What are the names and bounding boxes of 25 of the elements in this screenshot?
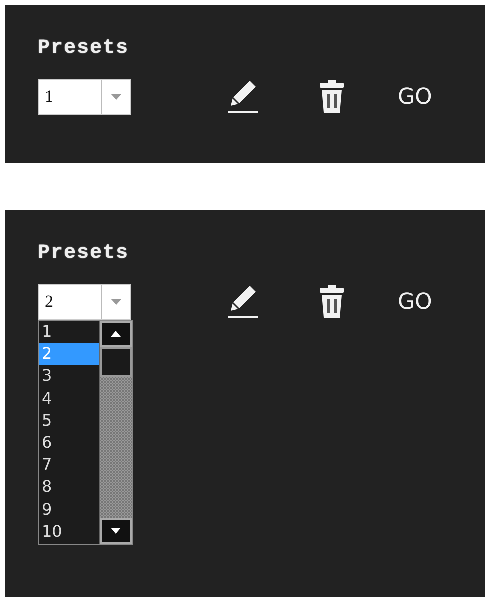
dropdown-option[interactable]: 8 <box>39 476 99 498</box>
dropdown-option[interactable]: 9 <box>39 498 99 521</box>
pencil-icon[interactable] <box>226 79 260 115</box>
trash-icon[interactable] <box>319 285 345 319</box>
dropdown-option[interactable]: 7 <box>39 454 99 476</box>
presets-title: Presets <box>38 242 130 265</box>
scrollbar[interactable] <box>99 321 132 544</box>
dropdown-option[interactable]: 10 <box>39 520 99 543</box>
up-arrow-icon[interactable] <box>111 331 121 337</box>
dropdown-option[interactable]: 1 <box>39 321 99 344</box>
caret-icon <box>110 94 122 100</box>
caret-icon <box>110 299 122 305</box>
pencil-icon[interactable] <box>226 284 260 320</box>
dropdown-option[interactable]: 3 <box>39 365 99 388</box>
trash-icon[interactable] <box>319 80 345 114</box>
dropdown-option[interactable]: 5 <box>39 410 99 432</box>
dropdown-option[interactable]: 4 <box>39 388 99 410</box>
scroll-thumb[interactable] <box>100 347 132 377</box>
preset-dropdown[interactable]: 1 <box>38 79 131 115</box>
presets-title: Presets <box>38 37 130 60</box>
down-arrow-icon[interactable] <box>111 528 121 534</box>
dropdown-option[interactable]: 6 <box>39 432 99 454</box>
go-button[interactable]: GO <box>398 84 432 110</box>
go-button[interactable]: GO <box>398 290 432 314</box>
preset-dropdown[interactable]: 2 <box>38 284 131 320</box>
